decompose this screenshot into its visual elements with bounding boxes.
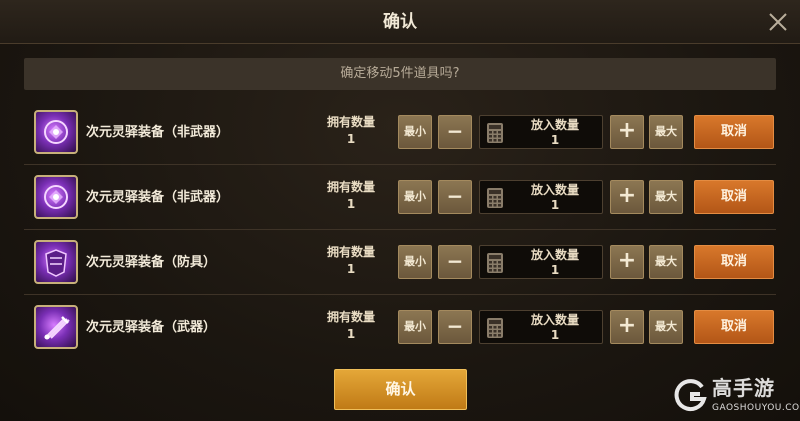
owned-count: 拥有数量 1	[322, 244, 380, 278]
min-button[interactable]: 最小	[398, 245, 432, 279]
quantity-value: 1	[550, 198, 560, 212]
item-name: 次元灵驿装备（武器）	[86, 320, 217, 335]
item-row: 次元灵驿装备（武器） 拥有数量 1 最小 − 放入数量 1 + 最大 取消	[24, 295, 776, 360]
minus-button[interactable]: −	[438, 245, 472, 279]
put-in-label: 放入数量	[530, 118, 579, 132]
purple-armor-icon	[34, 240, 78, 284]
item-row: 次元灵驿装备（非武器） 拥有数量 1 最小 − 放入数量 1 + 最大 取消	[24, 165, 776, 230]
confirm-prompt: 确定移动5件道具吗?	[24, 58, 776, 90]
calculator-icon[interactable]	[486, 122, 504, 144]
purple-weapon-icon	[34, 305, 78, 349]
dialog-titlebar: 确认	[0, 0, 800, 44]
item-row: 次元灵驿装备（非武器） 拥有数量 1 最小 − 放入数量 1 + 最大 取消	[24, 100, 776, 165]
put-in-label: 放入数量	[530, 248, 579, 262]
calculator-icon[interactable]	[486, 252, 504, 274]
min-button[interactable]: 最小	[398, 180, 432, 214]
minus-button[interactable]: −	[438, 115, 472, 149]
owned-label: 拥有数量	[326, 310, 375, 324]
quantity-value: 1	[550, 263, 560, 277]
purple-armor-orb-icon	[34, 110, 78, 154]
owned-value: 1	[346, 132, 356, 146]
watermark-url: GAOSHOUYOU.COM	[712, 403, 800, 413]
item-row: 次元灵驿装备（防具） 拥有数量 1 最小 − 放入数量 1 + 最大 取消	[24, 230, 776, 295]
max-button[interactable]: 最大	[649, 180, 683, 214]
max-button[interactable]: 最大	[649, 115, 683, 149]
close-icon[interactable]	[766, 10, 790, 34]
cancel-button[interactable]: 取消	[694, 180, 774, 214]
purple-armor-orb-icon	[34, 175, 78, 219]
cancel-button[interactable]: 取消	[694, 310, 774, 344]
item-name: 次元灵驿装备（非武器）	[86, 125, 230, 140]
owned-count: 拥有数量 1	[322, 309, 380, 343]
quantity-value: 1	[550, 133, 560, 147]
put-in-label: 放入数量	[530, 313, 579, 327]
cancel-button[interactable]: 取消	[694, 245, 774, 279]
quantity-display: 放入数量 1	[508, 183, 602, 213]
watermark-text: 高手游	[712, 376, 775, 400]
quantity-field[interactable]: 放入数量 1	[479, 115, 603, 149]
owned-label: 拥有数量	[326, 180, 375, 194]
quantity-display: 放入数量 1	[508, 313, 602, 343]
confirm-button[interactable]: 确认	[334, 369, 467, 410]
plus-button[interactable]: +	[610, 245, 644, 279]
calculator-icon[interactable]	[486, 317, 504, 339]
owned-label: 拥有数量	[326, 115, 375, 129]
min-button[interactable]: 最小	[398, 115, 432, 149]
cancel-button[interactable]: 取消	[694, 115, 774, 149]
quantity-field[interactable]: 放入数量 1	[479, 245, 603, 279]
quantity-display: 放入数量 1	[508, 248, 602, 278]
max-button[interactable]: 最大	[649, 245, 683, 279]
item-name: 次元灵驿装备（防具）	[86, 255, 217, 270]
calculator-icon[interactable]	[486, 187, 504, 209]
dialog-title: 确认	[383, 12, 417, 32]
quantity-display: 放入数量 1	[508, 118, 602, 148]
quantity-field[interactable]: 放入数量 1	[479, 310, 603, 344]
min-button[interactable]: 最小	[398, 310, 432, 344]
put-in-label: 放入数量	[530, 183, 579, 197]
plus-button[interactable]: +	[610, 115, 644, 149]
owned-label: 拥有数量	[326, 245, 375, 259]
plus-button[interactable]: +	[610, 310, 644, 344]
owned-value: 1	[346, 197, 356, 211]
owned-count: 拥有数量 1	[322, 179, 380, 213]
owned-value: 1	[346, 327, 356, 341]
plus-button[interactable]: +	[610, 180, 644, 214]
owned-value: 1	[346, 262, 356, 276]
minus-button[interactable]: −	[438, 310, 472, 344]
item-list: 次元灵驿装备（非武器） 拥有数量 1 最小 − 放入数量 1 + 最大 取消 次…	[24, 100, 776, 360]
quantity-value: 1	[550, 328, 560, 342]
item-name: 次元灵驿装备（非武器）	[86, 190, 230, 205]
minus-button[interactable]: −	[438, 180, 472, 214]
owned-count: 拥有数量 1	[322, 114, 380, 148]
move-items-dialog: 确认 确定移动5件道具吗? 次元灵驿装备（非武器） 拥有数量 1 最小 − 放入…	[0, 0, 800, 421]
gaoshouyou-logo-icon	[674, 379, 707, 412]
max-button[interactable]: 最大	[649, 310, 683, 344]
quantity-field[interactable]: 放入数量 1	[479, 180, 603, 214]
watermark: 高手游 GAOSHOUYOU.COM	[672, 376, 800, 418]
